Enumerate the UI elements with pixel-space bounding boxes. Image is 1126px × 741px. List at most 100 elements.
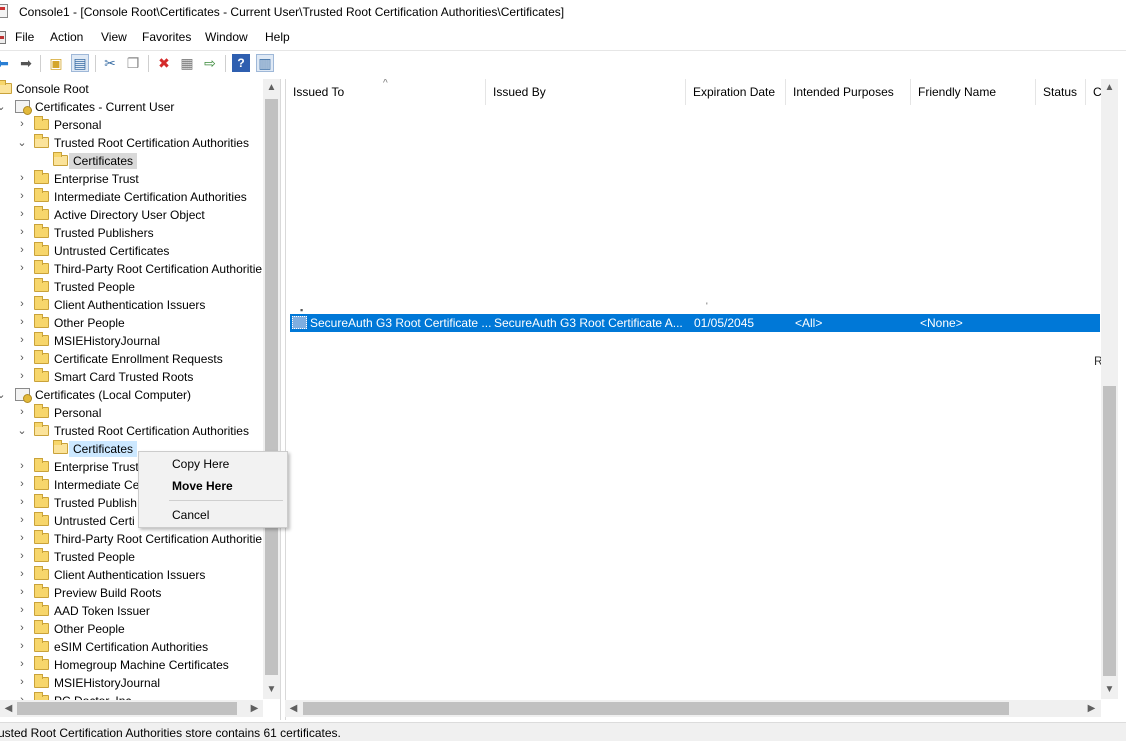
certificate-list[interactable]: Issued To ^ Issued By Expiration Date In… bbox=[285, 79, 1119, 720]
chevron-right-icon[interactable]: › bbox=[17, 658, 27, 670]
tree-item-other-people[interactable]: › Other People bbox=[0, 314, 266, 332]
mmc-app-icon[interactable] bbox=[0, 4, 8, 18]
menu-window[interactable]: Window bbox=[205, 30, 248, 44]
chevron-right-icon[interactable]: › bbox=[17, 568, 27, 580]
scroll-left-icon[interactable]: ◀ bbox=[285, 703, 302, 714]
column-expiration-date[interactable]: Expiration Date bbox=[686, 79, 786, 105]
chevron-right-icon[interactable]: › bbox=[17, 226, 27, 238]
chevron-right-icon[interactable]: › bbox=[17, 496, 27, 508]
tree-item-lc-preview-build-roots[interactable]: › Preview Build Roots bbox=[0, 584, 266, 602]
list-horizontal-scrollbar[interactable]: ◀ ▶ bbox=[285, 700, 1101, 717]
chevron-right-icon[interactable]: › bbox=[17, 244, 27, 256]
tree-item-personal[interactable]: › Personal bbox=[0, 116, 266, 134]
tree-item-trusted-people[interactable]: Trusted People bbox=[0, 278, 266, 296]
menu-view[interactable]: View bbox=[101, 30, 127, 44]
scroll-down-icon[interactable]: ▼ bbox=[263, 684, 280, 695]
chevron-right-icon[interactable]: › bbox=[17, 640, 27, 652]
tree-item-lc-aad-token-issuer[interactable]: › AAD Token Issuer bbox=[0, 602, 266, 620]
properties-icon[interactable]: ▦ bbox=[178, 54, 196, 72]
tree-item-msie-history[interactable]: › MSIEHistoryJournal bbox=[0, 332, 266, 350]
tree-item-lc-client-auth[interactable]: › Client Authentication Issuers bbox=[0, 566, 266, 584]
tree-item-lc-esim[interactable]: › eSIM Certification Authorities bbox=[0, 638, 266, 656]
chevron-right-icon[interactable]: › bbox=[17, 208, 27, 220]
cut-icon[interactable]: ✂ bbox=[101, 54, 119, 72]
chevron-right-icon[interactable]: › bbox=[17, 316, 27, 328]
chevron-right-icon[interactable]: › bbox=[17, 550, 27, 562]
scrollbar-thumb[interactable] bbox=[265, 99, 278, 675]
help-icon[interactable]: ? bbox=[232, 54, 250, 72]
tree-item-local-computer[interactable]: ⌄ Certificates (Local Computer) bbox=[0, 386, 266, 404]
tree-item-lc-personal[interactable]: › Personal bbox=[0, 404, 266, 422]
chevron-right-icon[interactable]: › bbox=[17, 460, 27, 472]
show-hide-tree-icon[interactable]: ▤ bbox=[71, 54, 89, 72]
tree-item-lc-msie-history[interactable]: › MSIEHistoryJournal bbox=[0, 674, 266, 692]
chevron-down-icon[interactable]: ⌄ bbox=[0, 100, 6, 113]
chevron-right-icon[interactable]: › bbox=[17, 478, 27, 490]
console-tree[interactable]: Console Root ⌄ Certificates - Current Us… bbox=[0, 79, 281, 720]
chevron-right-icon[interactable]: › bbox=[17, 604, 27, 616]
tree-item-smart-card-roots[interactable]: › Smart Card Trusted Roots bbox=[0, 368, 266, 386]
scrollbar-thumb[interactable] bbox=[303, 702, 1009, 715]
tree-item-intermediate[interactable]: › Intermediate Certification Authorities bbox=[0, 188, 266, 206]
tree-item-lc-homegroup[interactable]: › Homegroup Machine Certificates bbox=[0, 656, 266, 674]
tree-item-trusted-root[interactable]: ⌄ Trusted Root Certification Authorities bbox=[0, 134, 266, 152]
menu-item-cancel[interactable]: Cancel bbox=[140, 505, 286, 525]
tree-item-trusted-publishers[interactable]: › Trusted Publishers bbox=[0, 224, 266, 242]
tree-item-lc-third-party-root[interactable]: › Third-Party Root Certification Authori… bbox=[0, 530, 266, 548]
menu-item-copy-here[interactable]: Copy Here bbox=[140, 454, 286, 474]
tree-item-lc-other-people[interactable]: › Other People bbox=[0, 620, 266, 638]
tree-item-client-auth-issuers[interactable]: › Client Authentication Issuers bbox=[0, 296, 266, 314]
scroll-right-icon[interactable]: ▶ bbox=[1083, 703, 1100, 714]
chevron-right-icon[interactable]: › bbox=[17, 262, 27, 274]
column-friendly-name[interactable]: Friendly Name bbox=[911, 79, 1036, 105]
chevron-right-icon[interactable]: › bbox=[17, 118, 27, 130]
document-window-icon[interactable] bbox=[0, 31, 6, 44]
copy-icon[interactable]: ❐ bbox=[124, 54, 142, 72]
back-arrow-icon[interactable]: ⬅ bbox=[0, 54, 12, 72]
chevron-right-icon[interactable]: › bbox=[17, 532, 27, 544]
chevron-right-icon[interactable]: › bbox=[17, 334, 27, 346]
chevron-right-icon[interactable]: › bbox=[17, 190, 27, 202]
column-status[interactable]: Status bbox=[1036, 79, 1086, 105]
tree-item-untrusted[interactable]: › Untrusted Certificates bbox=[0, 242, 266, 260]
tree-item-enterprise-trust[interactable]: › Enterprise Trust bbox=[0, 170, 266, 188]
tree-item-console-root[interactable]: Console Root bbox=[0, 80, 266, 98]
menu-help[interactable]: Help bbox=[265, 30, 290, 44]
menu-action[interactable]: Action bbox=[50, 30, 83, 44]
tree-horizontal-scrollbar[interactable]: ◀ ▶ bbox=[0, 700, 263, 717]
table-row[interactable]: SecureAuth G3 Root Certificate ... Secur… bbox=[290, 314, 1100, 332]
chevron-right-icon[interactable]: › bbox=[17, 352, 27, 364]
scroll-up-icon[interactable]: ▲ bbox=[1101, 82, 1118, 93]
tree-item-lc-trusted-root[interactable]: ⌄ Trusted Root Certification Authorities bbox=[0, 422, 266, 440]
tree-item-lc-trusted-people[interactable]: › Trusted People bbox=[0, 548, 266, 566]
scrollbar-thumb[interactable] bbox=[17, 702, 237, 715]
up-folder-icon[interactable]: ▣ bbox=[47, 54, 65, 72]
scroll-down-icon[interactable]: ▼ bbox=[1101, 684, 1118, 695]
column-intended-purposes[interactable]: Intended Purposes bbox=[786, 79, 911, 105]
chevron-right-icon[interactable]: › bbox=[17, 370, 27, 382]
scroll-left-icon[interactable]: ◀ bbox=[0, 703, 17, 714]
menu-file[interactable]: File bbox=[15, 30, 34, 44]
forward-arrow-icon[interactable]: ➡ bbox=[17, 54, 35, 72]
chevron-right-icon[interactable]: › bbox=[17, 298, 27, 310]
column-issued-by[interactable]: Issued By bbox=[486, 79, 686, 105]
tree-item-third-party-root[interactable]: › Third-Party Root Certification Authori… bbox=[0, 260, 266, 278]
chevron-right-icon[interactable]: › bbox=[17, 622, 27, 634]
chevron-right-icon[interactable]: › bbox=[17, 172, 27, 184]
chevron-right-icon[interactable]: › bbox=[17, 406, 27, 418]
tree-vertical-scrollbar[interactable]: ▲ ▼ bbox=[263, 79, 280, 699]
tree-item-enrollment-requests[interactable]: › Certificate Enrollment Requests bbox=[0, 350, 266, 368]
menu-favorites[interactable]: Favorites bbox=[142, 30, 191, 44]
chevron-right-icon[interactable]: › bbox=[17, 514, 27, 526]
scrollbar-thumb[interactable] bbox=[1103, 386, 1116, 676]
scroll-up-icon[interactable]: ▲ bbox=[263, 82, 280, 93]
tree-item-current-user[interactable]: ⌄ Certificates - Current User bbox=[0, 98, 266, 116]
delete-icon[interactable]: ✖ bbox=[155, 54, 173, 72]
tree-item-ad-user-object[interactable]: › Active Directory User Object bbox=[0, 206, 266, 224]
scroll-right-icon[interactable]: ▶ bbox=[246, 703, 263, 714]
export-list-icon[interactable]: ⇨ bbox=[201, 54, 219, 72]
show-action-pane-icon[interactable]: ▥ bbox=[256, 54, 274, 72]
column-issued-to[interactable]: Issued To ^ bbox=[286, 79, 486, 105]
list-vertical-scrollbar[interactable]: ▲ ▼ bbox=[1101, 79, 1118, 699]
chevron-down-icon[interactable]: ⌄ bbox=[0, 388, 6, 401]
